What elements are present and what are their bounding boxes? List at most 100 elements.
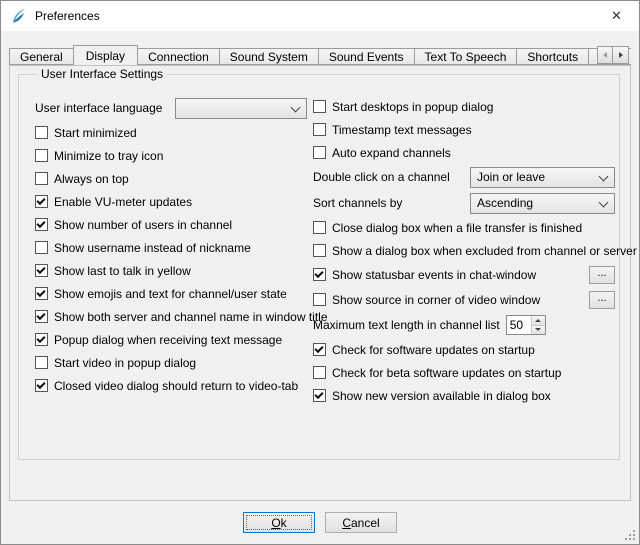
checkbox-unchecked[interactable] — [35, 241, 48, 254]
checkbox-row[interactable]: Closed video dialog should return to vid… — [35, 374, 307, 397]
sort-channels-label: Sort channels by — [313, 196, 470, 210]
checkbox-label: Check for beta software updates on start… — [332, 366, 561, 380]
tab-connection[interactable]: Connection — [138, 48, 220, 65]
checkbox-label: Start desktops in popup dialog — [332, 100, 493, 114]
checkbox-row[interactable]: Close dialog box when a file transfer is… — [313, 216, 615, 239]
checkbox-row[interactable]: Show username instead of nickname — [35, 236, 307, 259]
chevron-down-icon — [291, 103, 301, 113]
arrow-down-icon — [535, 328, 541, 331]
checkbox-row[interactable]: Minimize to tray icon — [35, 144, 307, 167]
checkbox-checked[interactable] — [313, 389, 326, 402]
tab-scroller — [597, 46, 629, 64]
checkbox-label: Show username instead of nickname — [54, 241, 251, 255]
checkbox-label: Check for software updates on startup — [332, 343, 535, 357]
spinner-buttons — [531, 316, 545, 334]
max-text-length-spinner[interactable]: 50 — [506, 315, 546, 335]
groupbox-title: User Interface Settings — [37, 67, 167, 81]
checkbox-label: Enable VU-meter updates — [54, 195, 192, 209]
double-click-dropdown[interactable]: Join or leave — [470, 167, 615, 188]
tab-sound-events[interactable]: Sound Events — [319, 48, 415, 65]
footer-buttons: Ok Cancel — [1, 512, 639, 533]
double-click-dropdown-value: Join or leave — [477, 170, 599, 184]
tab-shortcuts[interactable]: Shortcuts — [517, 48, 589, 65]
checkbox-unchecked[interactable] — [35, 356, 48, 369]
checkbox-checked[interactable] — [35, 333, 48, 346]
spin-up-button[interactable] — [532, 316, 545, 326]
sort-channels-dropdown-value: Ascending — [477, 196, 599, 210]
checkbox-row[interactable]: Check for beta software updates on start… — [313, 361, 615, 384]
app-feather-icon — [10, 8, 27, 25]
checkbox-unchecked[interactable] — [313, 244, 326, 257]
checkbox-row[interactable]: Auto expand channels — [313, 141, 615, 164]
ellipsis-button[interactable]: ... — [589, 266, 615, 284]
checkbox-label: Start video in popup dialog — [54, 356, 196, 370]
title-bar[interactable]: Preferences ✕ — [1, 1, 639, 31]
checkbox-checked[interactable] — [35, 264, 48, 277]
checkbox-checked[interactable] — [313, 268, 326, 281]
checkbox-row[interactable]: Popup dialog when receiving text message — [35, 328, 307, 351]
checkbox-row[interactable]: Show both server and channel name in win… — [35, 305, 307, 328]
tab-scroll-right-button[interactable] — [613, 46, 629, 64]
spinner-value[interactable]: 50 — [507, 316, 531, 334]
checkbox-unchecked[interactable] — [313, 366, 326, 379]
tab-scroll-left-button[interactable] — [597, 46, 613, 64]
checkbox-row[interactable]: Start minimized — [35, 121, 307, 144]
sort-channels-dropdown[interactable]: Ascending — [470, 193, 615, 214]
checkbox-label: Show statusbar events in chat-window — [332, 268, 536, 282]
checkbox-label: Show new version available in dialog box — [332, 389, 551, 403]
tab-sound-system[interactable]: Sound System — [220, 48, 319, 65]
spin-down-button[interactable] — [532, 326, 545, 335]
checkbox-row[interactable]: Show source in corner of video window... — [313, 287, 615, 312]
checkbox-checked[interactable] — [35, 287, 48, 300]
checkbox-row[interactable]: Show emojis and text for channel/user st… — [35, 282, 307, 305]
checkbox-label: Auto expand channels — [332, 146, 451, 160]
checkbox-row[interactable]: Start video in popup dialog — [35, 351, 307, 374]
checkbox-row[interactable]: Always on top — [35, 167, 307, 190]
ok-button[interactable]: Ok — [243, 512, 315, 533]
checkbox-unchecked[interactable] — [313, 221, 326, 234]
sort-channels-row: Sort channels by Ascending — [313, 190, 615, 216]
checkbox-checked[interactable] — [35, 195, 48, 208]
checkbox-unchecked[interactable] — [35, 149, 48, 162]
checkbox-row[interactable]: Show new version available in dialog box — [313, 384, 615, 407]
checkbox-row[interactable]: Show number of users in channel — [35, 213, 307, 236]
tab-strip: GeneralDisplayConnectionSound SystemSoun… — [9, 45, 631, 65]
checkbox-unchecked[interactable] — [313, 123, 326, 136]
close-button[interactable]: ✕ — [594, 1, 639, 31]
checkbox-label: Closed video dialog should return to vid… — [54, 379, 298, 393]
checkbox-row[interactable]: Show statusbar events in chat-window... — [313, 262, 615, 287]
checkbox-checked[interactable] — [35, 379, 48, 392]
checkbox-unchecked[interactable] — [35, 172, 48, 185]
close-icon: ✕ — [611, 8, 622, 24]
checkbox-label: Popup dialog when receiving text message — [54, 333, 282, 347]
checkbox-row[interactable]: Check for software updates on startup — [313, 338, 615, 361]
checkbox-row[interactable]: Start desktops in popup dialog — [313, 95, 615, 118]
checkbox-unchecked[interactable] — [313, 146, 326, 159]
display-tab-pane: User Interface Settings User interface l… — [9, 65, 631, 501]
chevron-down-icon — [599, 172, 609, 182]
checkbox-row[interactable]: Show last to talk in yellow — [35, 259, 307, 282]
checkbox-checked[interactable] — [35, 218, 48, 231]
cancel-button[interactable]: Cancel — [325, 512, 397, 533]
tab-general[interactable]: General — [9, 48, 74, 65]
language-dropdown[interactable] — [175, 98, 307, 119]
checkbox-unchecked[interactable] — [313, 100, 326, 113]
checkbox-row[interactable]: Show a dialog box when excluded from cha… — [313, 239, 615, 262]
double-click-row: Double click on a channel Join or leave — [313, 164, 615, 190]
double-click-label: Double click on a channel — [313, 170, 470, 184]
checkbox-row[interactable]: Timestamp text messages — [313, 118, 615, 141]
resize-grip[interactable] — [623, 528, 636, 541]
right-settings-column: Start desktops in popup dialog Timestamp … — [313, 95, 615, 407]
ellipsis-button[interactable]: ... — [589, 291, 615, 309]
tab-display[interactable]: Display — [73, 45, 138, 65]
checkbox-checked[interactable] — [35, 310, 48, 323]
checkbox-checked[interactable] — [313, 343, 326, 356]
tab-text-to-speech[interactable]: Text To Speech — [415, 48, 518, 65]
checkbox-label: Show both server and channel name in win… — [54, 310, 328, 324]
checkbox-unchecked[interactable] — [35, 126, 48, 139]
chevron-down-icon — [599, 198, 609, 208]
ui-settings-groupbox: User Interface Settings User interface l… — [18, 74, 620, 460]
checkbox-row[interactable]: Enable VU-meter updates — [35, 190, 307, 213]
checkbox-label: Show a dialog box when excluded from cha… — [332, 244, 637, 258]
checkbox-unchecked[interactable] — [313, 293, 326, 306]
